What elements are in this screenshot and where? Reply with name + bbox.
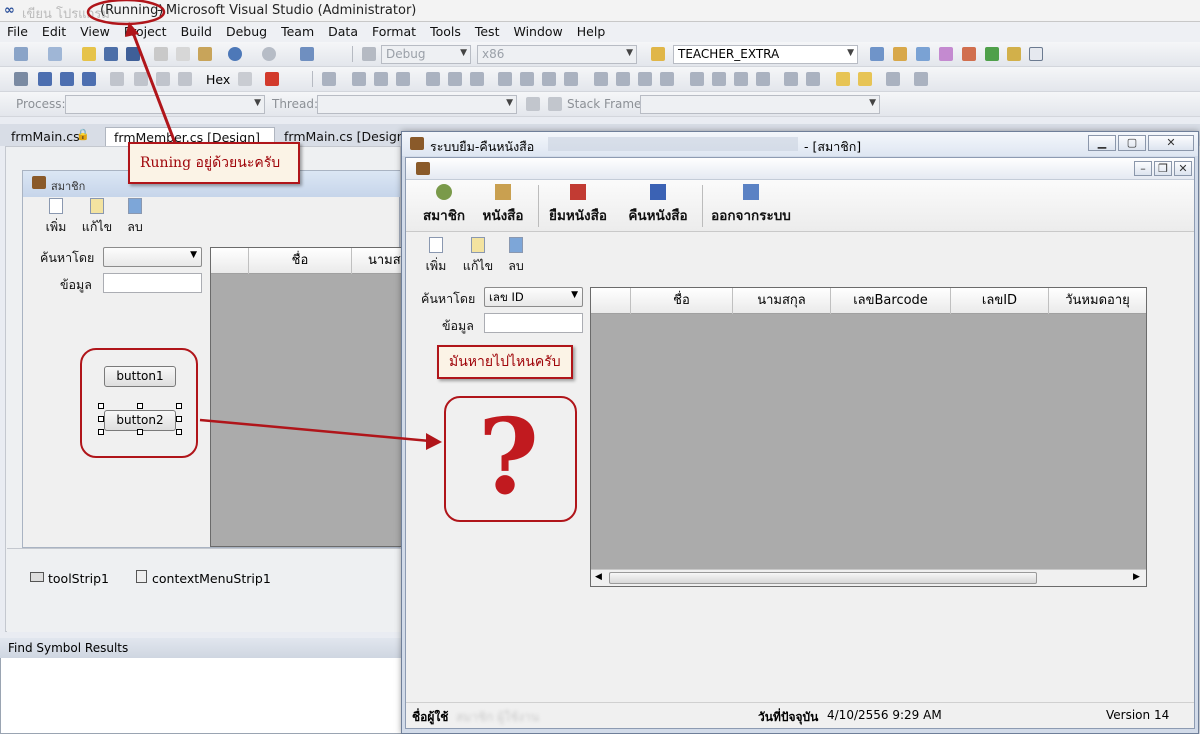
running-arrow-line	[130, 29, 177, 144]
missing-callout: มันหายไปไหนครับ	[437, 345, 573, 379]
missing-arrow-line	[199, 418, 431, 443]
running-callout: Runing อยู่ด้วยนะครับ	[128, 142, 300, 184]
question-mark: ?	[478, 395, 539, 518]
running-highlight-ring	[86, 0, 166, 26]
missing-arrow-head	[426, 433, 442, 450]
buttons-highlight-ring	[80, 348, 198, 458]
